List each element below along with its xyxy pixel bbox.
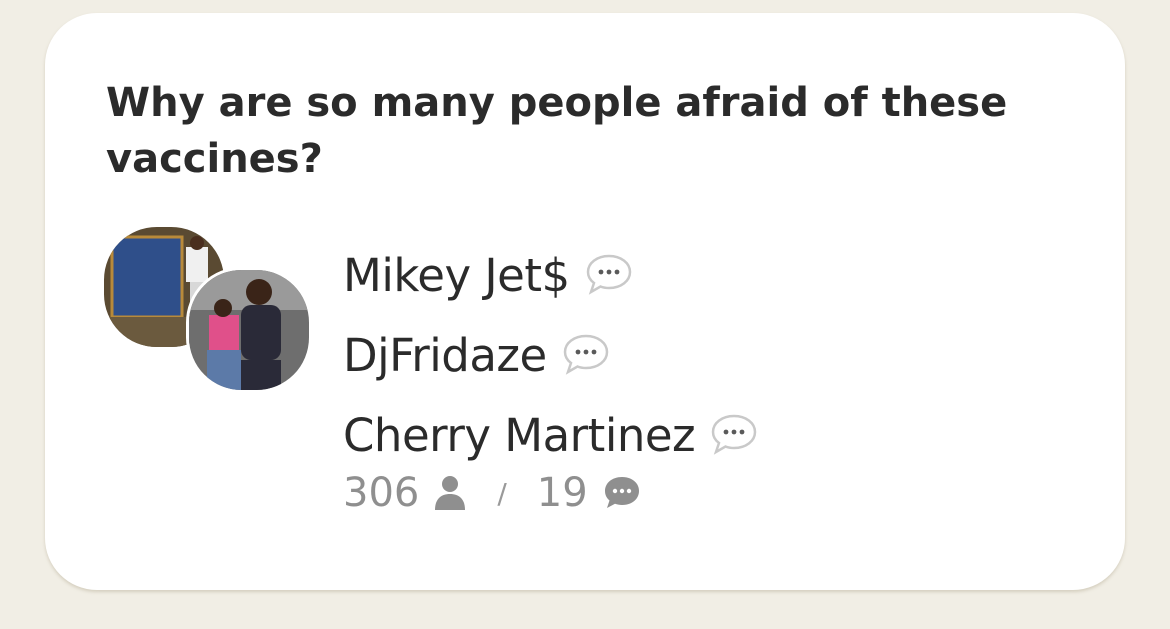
avatar[interactable] bbox=[186, 267, 312, 393]
speaker-name: Mikey Jet$ bbox=[343, 248, 570, 302]
stats-separator: / bbox=[497, 476, 507, 510]
speech-bubble-icon bbox=[561, 332, 611, 378]
room-stats: 306 / 19 bbox=[343, 470, 642, 516]
chat-bubble-icon bbox=[602, 474, 642, 512]
room-title: Why are so many people afraid of these v… bbox=[106, 80, 1008, 182]
speaker-name: Cherry Martinez bbox=[343, 408, 696, 462]
room-card[interactable]: Why are so many people afraid of these v… bbox=[45, 13, 1125, 590]
speaker-list: Mikey Jet$ DjFridaze Cherry Martinez bbox=[343, 235, 759, 475]
speaker-count: 19 bbox=[536, 470, 588, 516]
listener-count: 306 bbox=[343, 470, 420, 516]
speaker-name: DjFridaze bbox=[343, 328, 547, 382]
speaker-item[interactable]: Cherry Martinez bbox=[343, 395, 759, 475]
speech-bubble-icon bbox=[584, 252, 634, 298]
speaker-item[interactable]: DjFridaze bbox=[343, 315, 759, 395]
speech-bubble-icon bbox=[709, 412, 759, 458]
person-icon bbox=[433, 474, 467, 512]
speaker-item[interactable]: Mikey Jet$ bbox=[343, 235, 759, 315]
